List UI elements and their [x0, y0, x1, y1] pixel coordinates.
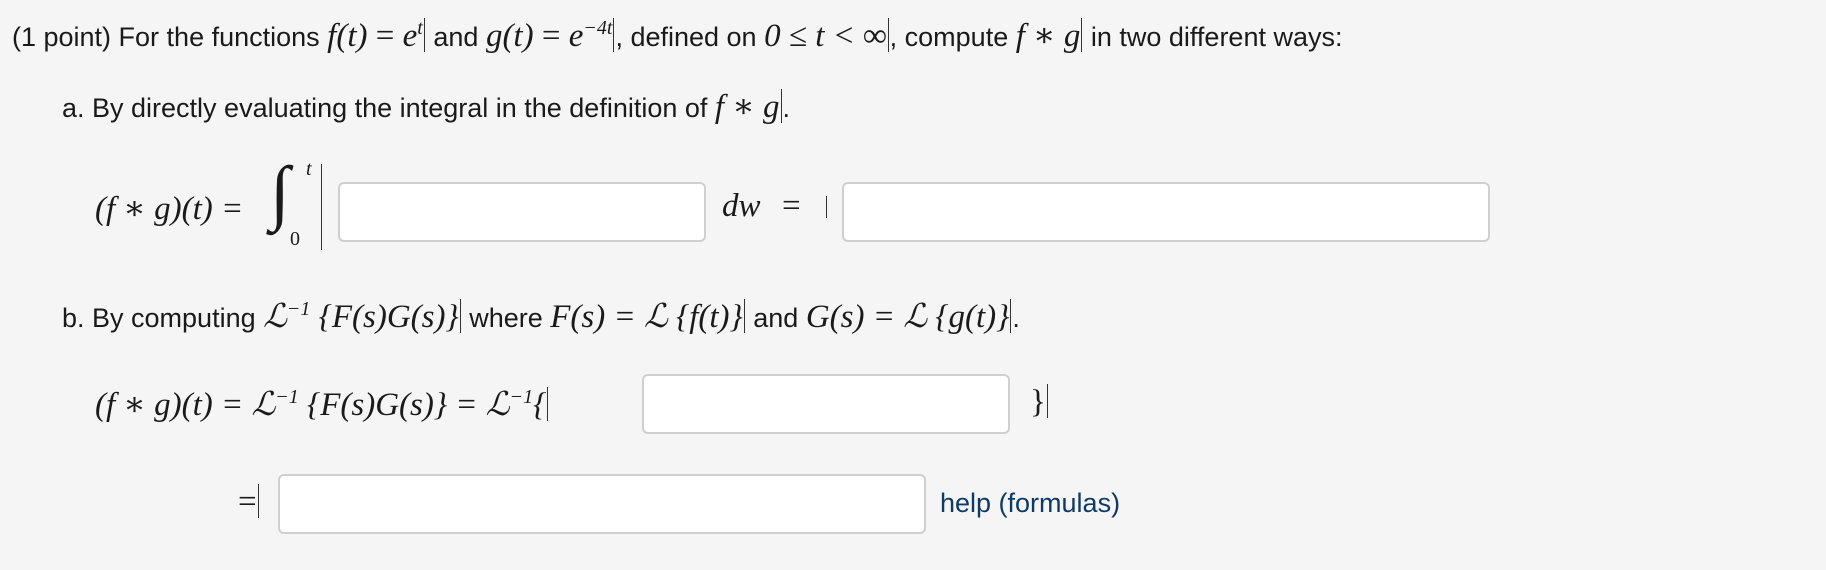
- g-definition: g(t) = e−4t: [485, 17, 613, 54]
- integral-lower-limit: 0: [290, 228, 300, 250]
- and-text: and: [433, 22, 479, 52]
- transform-product-input[interactable]: [642, 374, 1010, 434]
- two-ways-text: in two different ways:: [1090, 22, 1343, 52]
- part-a-heading: a. By directly evaluating the integral i…: [62, 89, 791, 125]
- integral-upper-limit: t: [306, 158, 312, 180]
- problem-intro: (1 point) For the functions f(t) = et an…: [12, 15, 1342, 55]
- final-answer-input[interactable]: [278, 474, 926, 534]
- f-definition: f(t) = et: [327, 17, 423, 54]
- points-label: (1 point) For the functions: [12, 22, 320, 52]
- integral-sign: ∫: [270, 152, 290, 232]
- part-b-heading: b. By computing ℒ−1 {F(s)G(s)} where F(s…: [62, 298, 1020, 335]
- closing-brace: }: [1030, 384, 1048, 420]
- domain-expression: 0 ≤ t < ∞: [764, 18, 887, 54]
- equals-sign-b: =: [238, 484, 259, 520]
- convolution-symbol-a: f ∗ g: [714, 89, 780, 125]
- convolution-symbol: f ∗ g: [1015, 18, 1081, 54]
- compute-text: , compute: [889, 22, 1009, 52]
- help-formulas-link[interactable]: help (formulas): [940, 488, 1120, 519]
- integral-bar: [321, 164, 322, 250]
- cursor-bar: [826, 196, 827, 218]
- inverse-laplace: ℒ−1 {F(s)G(s)}: [263, 298, 459, 335]
- dw-label: dw: [722, 188, 761, 224]
- G-definition: G(s) = ℒ {g(t)}: [805, 299, 1010, 335]
- part-b-lhs: (f ∗ g)(t) = ℒ−1 {F(s)G(s)} = ℒ−1{: [95, 386, 549, 423]
- F-definition: F(s) = ℒ {f(t)}: [550, 299, 743, 335]
- equals-sign: =: [782, 188, 801, 224]
- integrand-input[interactable]: [338, 182, 706, 242]
- defined-on-text: , defined on: [615, 22, 757, 52]
- part-a-lhs: (f ∗ g)(t) =: [95, 191, 244, 227]
- integral-result-input[interactable]: [842, 182, 1490, 242]
